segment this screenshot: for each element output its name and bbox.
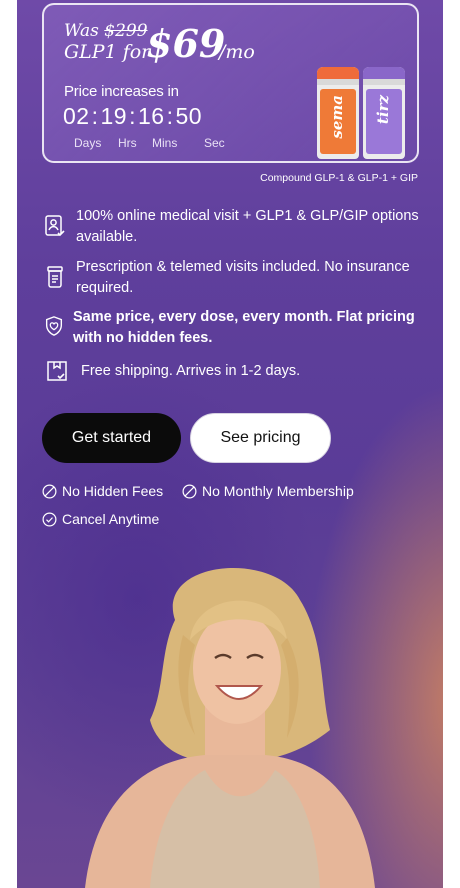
price-period: /mo bbox=[219, 41, 255, 63]
countdown-timer: 02:19:16:50 bbox=[63, 103, 203, 129]
unit-minutes: Mins bbox=[152, 136, 178, 150]
tag-cancel-anytime: Cancel Anytime bbox=[42, 511, 159, 527]
no-symbol-icon bbox=[42, 484, 57, 498]
feature-free-shipping: Free shipping. Arrives in 1-2 days. bbox=[43, 361, 423, 385]
unit-seconds: Sec bbox=[204, 136, 225, 150]
vial-sema: sema bbox=[317, 67, 359, 159]
check-circle-icon bbox=[42, 512, 57, 526]
timer-days: 02 bbox=[63, 103, 90, 129]
feature-text: Free shipping. Arrives in 1-2 days. bbox=[81, 363, 301, 379]
compound-note: Compound GLP-1 & GLP-1 + GIP bbox=[260, 172, 418, 184]
feature-text: Prescription & telemed visits included. … bbox=[76, 259, 410, 296]
vial-tirz: tirz bbox=[363, 67, 405, 159]
feature-flat-pricing: Same price, every dose, every month. Fla… bbox=[43, 307, 423, 351]
doctor-badge-icon bbox=[45, 215, 65, 237]
feature-prescription: Prescription & telemed visits included. … bbox=[43, 257, 423, 301]
tag-no-hidden-fees: No Hidden Fees bbox=[42, 483, 163, 499]
get-started-button[interactable]: Get started bbox=[42, 413, 181, 463]
medication-vials: sema tirz bbox=[317, 63, 409, 159]
promo-card: Was $299 GLP1 for $69 /mo Price increase… bbox=[42, 3, 419, 163]
no-symbol-icon bbox=[182, 484, 197, 498]
tag-no-monthly-membership: No Monthly Membership bbox=[182, 483, 354, 499]
was-price: Was $299 bbox=[64, 21, 148, 41]
box-check-icon bbox=[47, 361, 67, 381]
prescription-bottle-icon bbox=[47, 266, 63, 288]
shield-heart-icon bbox=[45, 316, 63, 336]
unit-days: Days bbox=[74, 136, 102, 150]
feature-online-visit: 100% online medical visit + GLP1 & GLP/G… bbox=[43, 206, 423, 250]
hero-panel: Was $299 GLP1 for $69 /mo Price increase… bbox=[17, 0, 443, 888]
price-increase-label: Price increases in bbox=[64, 83, 179, 100]
timer-minutes: 16 bbox=[137, 103, 165, 129]
timer-seconds: 50 bbox=[175, 103, 203, 129]
hero-person-image bbox=[85, 567, 375, 888]
current-price: $69 bbox=[146, 21, 226, 66]
see-pricing-button[interactable]: See pricing bbox=[190, 413, 331, 463]
feature-text: 100% online medical visit + GLP1 & GLP/G… bbox=[76, 208, 419, 245]
product-label: GLP1 for bbox=[64, 41, 151, 63]
feature-text: Same price, every dose, every month. Fla… bbox=[73, 309, 415, 346]
unit-hours: Hrs bbox=[118, 136, 137, 150]
timer-hours: 19 bbox=[100, 103, 128, 129]
